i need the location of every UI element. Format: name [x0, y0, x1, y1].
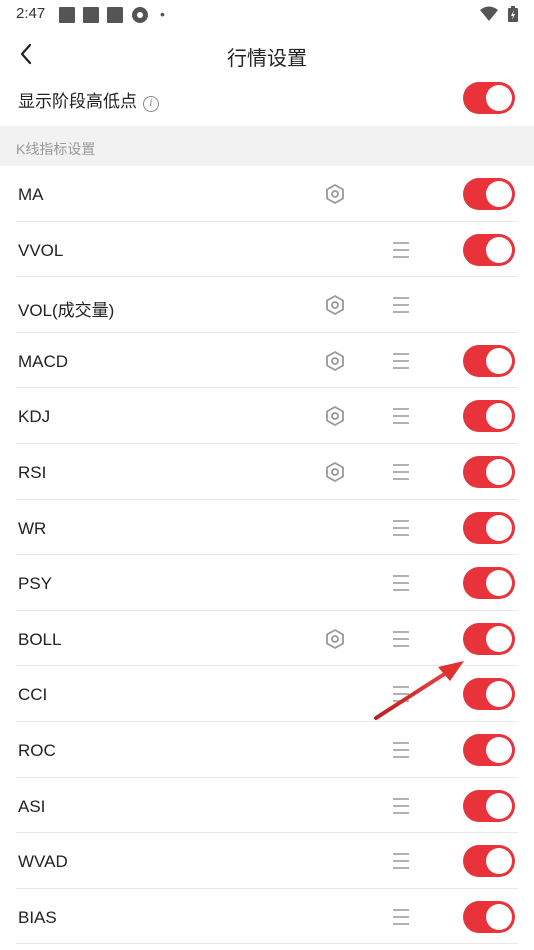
indicator-row: PSY	[0, 555, 534, 611]
indicator-row: MACD	[0, 333, 534, 389]
toggle-knob	[486, 736, 512, 763]
toggle-knob	[486, 514, 512, 541]
toggle-knob	[486, 848, 512, 875]
menu-icon[interactable]	[391, 295, 411, 315]
battery-icon	[508, 6, 518, 22]
wifi-icon	[479, 6, 498, 21]
menu-icon[interactable]	[391, 851, 411, 871]
toggle-knob	[486, 681, 512, 708]
gear-icon[interactable]	[323, 349, 347, 373]
indicator-row: RSI	[0, 444, 534, 500]
menu-icon[interactable]	[391, 907, 411, 927]
indicator-toggle[interactable]	[463, 678, 515, 711]
indicator-row: WVAD	[0, 833, 534, 889]
toggle-knob	[486, 236, 512, 263]
indicator-name: VVOL	[18, 240, 64, 260]
indicator-name: ROC	[18, 740, 56, 760]
indicator-toggle[interactable]	[463, 789, 515, 822]
top-setting-text: 显示阶段高低点	[18, 92, 137, 111]
indicator-toggle[interactable]	[463, 511, 515, 544]
menu-icon[interactable]	[391, 406, 411, 426]
indicator-name: PSY	[18, 574, 53, 594]
indicator-name: KDJ	[18, 407, 51, 427]
toggle-knob	[486, 85, 512, 111]
indicator-name: WR	[18, 518, 47, 538]
indicator-name: BOLL	[18, 629, 62, 649]
notification-icon	[59, 7, 75, 23]
indicator-name: RSI	[18, 462, 47, 482]
indicator-toggle[interactable]	[463, 344, 515, 377]
menu-icon[interactable]	[391, 462, 411, 482]
indicator-toggle[interactable]	[463, 567, 515, 600]
indicator-row: VVOL	[0, 222, 534, 278]
page-title: 行情设置	[227, 48, 307, 70]
indicator-row: KDJ	[0, 388, 534, 444]
indicator-toggle[interactable]	[463, 455, 515, 488]
menu-icon[interactable]	[391, 573, 411, 593]
menu-icon[interactable]	[391, 740, 411, 760]
indicator-toggle[interactable]	[463, 733, 515, 766]
indicator-row: CCI	[0, 666, 534, 722]
menu-icon[interactable]	[391, 351, 411, 371]
indicator-row: BOLL	[0, 611, 534, 667]
toggle-knob	[486, 903, 512, 930]
toggle-knob	[486, 570, 512, 597]
indicator-name: VOL(成交量)	[18, 301, 115, 321]
toggle-knob	[486, 403, 512, 430]
toggle-knob	[486, 625, 512, 652]
menu-icon[interactable]	[391, 518, 411, 538]
indicator-name: MA	[18, 185, 44, 204]
notification-icon	[107, 7, 123, 23]
indicator-toggle[interactable]	[463, 845, 515, 878]
toggle-knob	[486, 347, 512, 374]
indicator-row: BIAS	[0, 889, 534, 945]
status-right	[479, 6, 518, 24]
indicator-name: ASI	[18, 796, 46, 816]
toggle-knob	[486, 181, 512, 207]
menu-icon[interactable]	[391, 796, 411, 816]
indicator-row: VOL(成交量)	[0, 277, 534, 333]
indicator-toggle[interactable]	[463, 178, 515, 210]
indicator-row: MA	[0, 166, 534, 222]
indicator-name: WVAD	[18, 852, 68, 872]
section-header: K线指标设置	[0, 126, 534, 166]
top-setting-toggle[interactable]	[463, 82, 515, 114]
section-title: K线指标设置	[16, 141, 96, 157]
indicator-list: MA VVOL VOL(成交量) MACD KDJ RSI WR PSY BOLL CCI ROC A…	[0, 166, 534, 944]
sync-icon	[132, 7, 148, 23]
gear-icon[interactable]	[323, 460, 347, 484]
menu-icon[interactable]	[391, 240, 411, 260]
indicator-row: ROC	[0, 722, 534, 778]
status-time: 2:47	[16, 5, 46, 22]
indicator-row: WR	[0, 500, 534, 556]
indicator-toggle[interactable]	[463, 900, 515, 933]
indicator-toggle[interactable]	[463, 400, 515, 433]
gear-icon[interactable]	[323, 182, 347, 206]
top-setting-row: 显示阶段高低点 i	[0, 72, 534, 124]
indicator-toggle[interactable]	[463, 233, 515, 266]
info-icon[interactable]: i	[143, 95, 159, 112]
indicator-row: ASI	[0, 778, 534, 834]
menu-icon[interactable]	[391, 629, 411, 649]
notification-icon	[83, 7, 99, 23]
gear-icon[interactable]	[323, 293, 347, 317]
gear-icon[interactable]	[323, 404, 347, 428]
menu-icon[interactable]	[391, 684, 411, 704]
status-dot: •	[160, 6, 165, 22]
top-setting-label: 显示阶段高低点 i	[18, 87, 159, 112]
indicator-name: BIAS	[18, 907, 57, 927]
gear-icon[interactable]	[323, 627, 347, 651]
status-bar: 2:47 •	[0, 0, 534, 30]
indicator-toggle[interactable]	[463, 622, 515, 655]
toggle-knob	[486, 792, 512, 819]
indicator-name: CCI	[18, 685, 48, 705]
indicator-name: MACD	[18, 351, 69, 371]
toggle-knob	[486, 458, 512, 485]
